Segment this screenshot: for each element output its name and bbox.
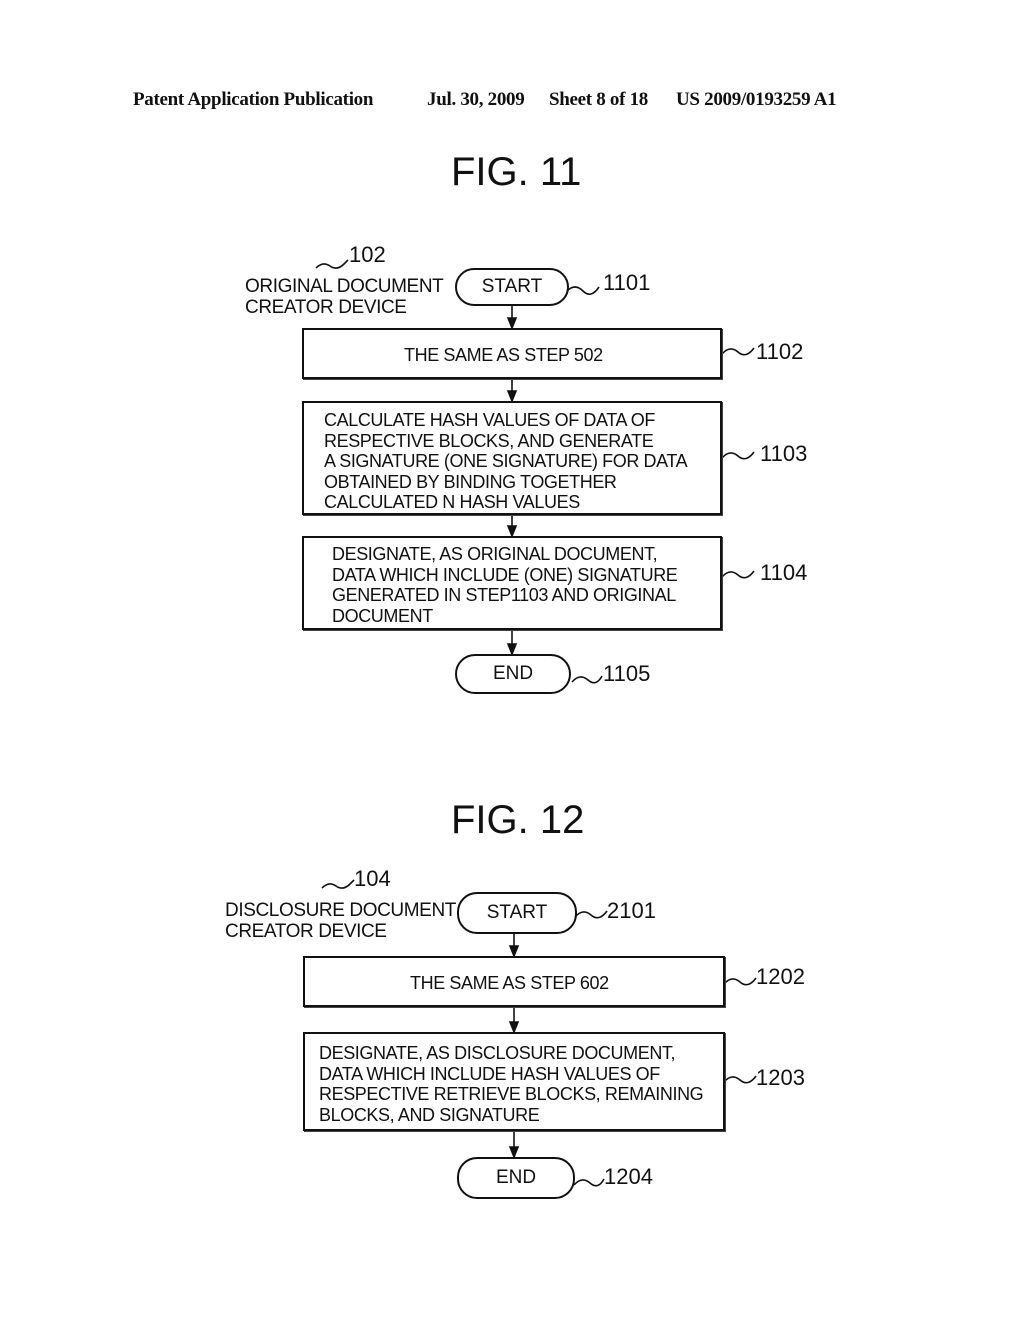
fig11-end-label: END: [492, 663, 534, 684]
fig11-device-ref: 102: [349, 242, 386, 267]
fig12-end-label: END: [495, 1167, 537, 1188]
fig12-title: FIG. 12: [451, 798, 585, 842]
fig11-start-terminal: START: [455, 268, 569, 306]
ref-leader-104: [321, 879, 355, 889]
ref-leader-102: [315, 259, 349, 269]
arrow-head-1: [506, 317, 518, 331]
fig12-step-1203: DESIGNATE, AS DISCLOSURE DOCUMENT, DATA …: [303, 1032, 725, 1131]
fig12-start-ref: 2101: [607, 898, 656, 923]
fig12-step-1203-ref: 1203: [756, 1065, 805, 1090]
ref-leader-1104: [721, 570, 755, 579]
ref-leader-2101: [574, 910, 608, 919]
fig12-device-ref: 104: [354, 866, 391, 891]
fig12-start-terminal: START: [457, 892, 577, 934]
fig11-end-ref: 1105: [603, 661, 651, 686]
ref-leader-1103: [721, 451, 755, 460]
fig11-device-label-line2: CREATOR DEVICE: [245, 297, 407, 318]
ref-leader-1204: [573, 1178, 605, 1187]
fig11-step-1102: THE SAME AS STEP 502: [302, 328, 722, 379]
ref-leader-1102: [721, 347, 755, 356]
fig11-step-1104: DESIGNATE, AS ORIGINAL DOCUMENT, DATA WH…: [302, 536, 722, 630]
fig12-device-label-line1: DISCLOSURE DOCUMENT: [225, 900, 456, 921]
fig11-start-label: START: [481, 276, 543, 297]
ref-leader-1202: [723, 977, 757, 986]
fig12-step-1202: THE SAME AS STEP 602: [303, 956, 725, 1007]
fig11-step-1103-text: CALCULATE HASH VALUES OF DATA OF RESPECT…: [324, 410, 688, 512]
fig12-step-1202-ref: 1202: [756, 964, 805, 989]
fig12-step-1203-text: DESIGNATE, AS DISCLOSURE DOCUMENT, DATA …: [319, 1043, 704, 1125]
fig11-title: FIG. 11: [451, 150, 582, 194]
fig11-end-terminal: END: [455, 654, 571, 694]
fig12-end-ref: 1204: [604, 1164, 653, 1189]
fig11-step-1102-ref: 1102: [756, 339, 804, 364]
ref-leader-1203: [723, 1075, 757, 1084]
fig12-device-label-line2: CREATOR DEVICE: [225, 921, 387, 942]
fig11-step-1104-text: DESIGNATE, AS ORIGINAL DOCUMENT, DATA WH…: [332, 544, 678, 626]
ref-leader-1101: [566, 286, 600, 295]
fig11-step-1103: CALCULATE HASH VALUES OF DATA OF RESPECT…: [302, 401, 722, 515]
ref-leader-1105: [571, 675, 603, 684]
fig11-step-1102-text: THE SAME AS STEP 502: [404, 345, 603, 365]
fig12-end-terminal: END: [457, 1157, 575, 1199]
fig11-device-label-line1: ORIGINAL DOCUMENT: [245, 276, 444, 297]
fig12-start-label: START: [486, 902, 548, 923]
fig12-step-1202-text: THE SAME AS STEP 602: [410, 973, 609, 993]
fig11-step-1103-ref: 1103: [760, 441, 808, 466]
fig11-step-1104-ref: 1104: [760, 560, 808, 585]
fig11-start-ref: 1101: [603, 270, 651, 295]
